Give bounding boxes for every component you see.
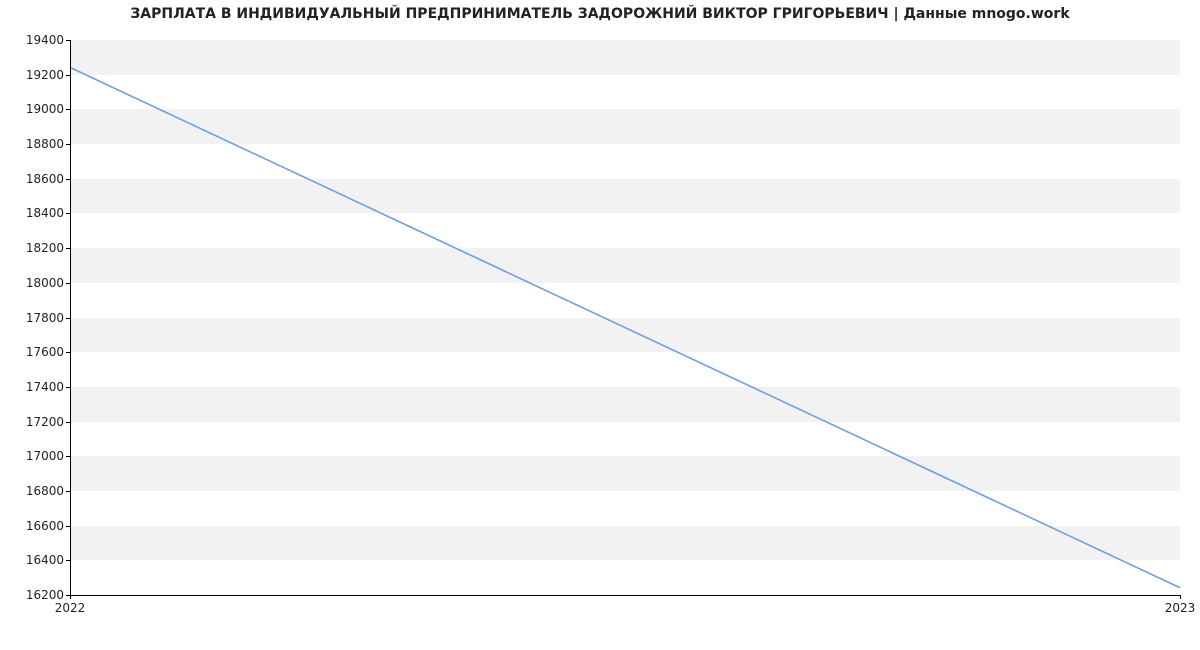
x-axis-spine xyxy=(70,595,1180,596)
y-tick-label: 16800 xyxy=(14,485,64,497)
y-tick-mark xyxy=(66,456,70,457)
y-tick-label: 18200 xyxy=(14,242,64,254)
y-tick-mark xyxy=(66,560,70,561)
y-tick-mark xyxy=(66,422,70,423)
y-tick-label: 17200 xyxy=(14,416,64,428)
y-tick-mark xyxy=(66,144,70,145)
y-tick-label: 17600 xyxy=(14,346,64,358)
chart-container: ЗАРПЛАТА В ИНДИВИДУАЛЬНЫЙ ПРЕДПРИНИМАТЕЛ… xyxy=(0,0,1200,650)
y-tick-label: 17000 xyxy=(14,450,64,462)
y-tick-mark xyxy=(66,248,70,249)
y-tick-label: 18600 xyxy=(14,173,64,185)
y-tick-label: 19000 xyxy=(14,103,64,115)
y-tick-mark xyxy=(66,526,70,527)
y-tick-mark xyxy=(66,387,70,388)
line-series xyxy=(70,40,1180,595)
y-tick-mark xyxy=(66,213,70,214)
plot-area xyxy=(70,40,1180,595)
y-tick-mark xyxy=(66,75,70,76)
y-tick-mark xyxy=(66,40,70,41)
y-axis-spine xyxy=(70,40,71,595)
x-tick-label: 2023 xyxy=(1150,602,1200,614)
y-tick-mark xyxy=(66,283,70,284)
y-tick-mark xyxy=(66,318,70,319)
y-tick-label: 16400 xyxy=(14,554,64,566)
y-tick-label: 17400 xyxy=(14,381,64,393)
y-tick-label: 16600 xyxy=(14,520,64,532)
chart-title: ЗАРПЛАТА В ИНДИВИДУАЛЬНЫЙ ПРЕДПРИНИМАТЕЛ… xyxy=(0,6,1200,22)
y-tick-label: 18800 xyxy=(14,138,64,150)
y-tick-label: 17800 xyxy=(14,312,64,324)
y-tick-label: 19400 xyxy=(14,34,64,46)
y-tick-mark xyxy=(66,491,70,492)
y-tick-mark xyxy=(66,109,70,110)
y-tick-label: 16200 xyxy=(14,589,64,601)
y-tick-label: 18000 xyxy=(14,277,64,289)
x-tick-label: 2022 xyxy=(40,602,100,614)
y-tick-mark xyxy=(66,352,70,353)
y-tick-label: 19200 xyxy=(14,69,64,81)
x-tick-mark xyxy=(70,595,71,599)
y-tick-mark xyxy=(66,179,70,180)
y-tick-label: 18400 xyxy=(14,207,64,219)
x-tick-mark xyxy=(1180,595,1181,599)
